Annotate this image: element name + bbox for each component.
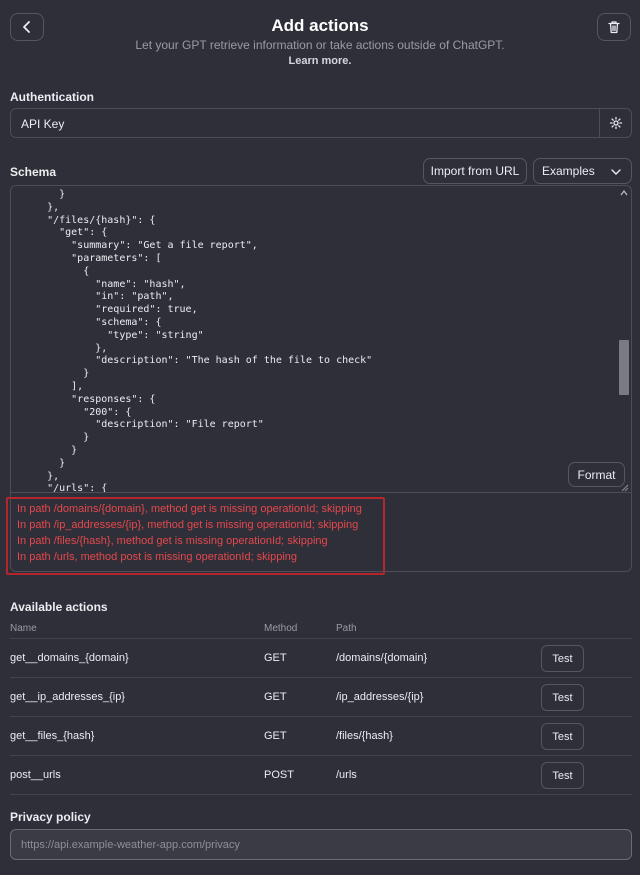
row-divider bbox=[10, 716, 632, 717]
schema-label: Schema bbox=[10, 165, 57, 179]
error-message: In path /domains/{domain}, method get is… bbox=[17, 503, 362, 515]
gear-icon bbox=[609, 116, 623, 130]
action-method: POST bbox=[264, 769, 294, 781]
examples-select[interactable]: Examples bbox=[533, 158, 632, 184]
action-method: GET bbox=[264, 730, 287, 742]
error-message: In path /files/{hash}, method get is mis… bbox=[17, 535, 328, 547]
action-path: /domains/{domain} bbox=[336, 652, 428, 664]
auth-settings-button[interactable] bbox=[609, 116, 623, 133]
error-message: In path /urls, method post is missing op… bbox=[17, 551, 298, 563]
available-actions-label: Available actions bbox=[10, 600, 108, 614]
schema-editor[interactable]: } }, "/files/{hash}": { "get": { "summar… bbox=[10, 185, 632, 493]
field-divider bbox=[599, 109, 600, 137]
action-path: /urls bbox=[336, 769, 357, 781]
row-divider bbox=[10, 755, 632, 756]
scroll-up-icon[interactable] bbox=[620, 190, 628, 196]
authentication-value: API Key bbox=[21, 117, 65, 131]
column-header-method: Method bbox=[264, 623, 298, 634]
test-button[interactable]: Test bbox=[541, 723, 584, 750]
action-name: get__files_{hash} bbox=[10, 730, 95, 742]
column-header-name: Name bbox=[10, 623, 37, 634]
scroll-thumb[interactable] bbox=[619, 340, 629, 395]
page-title: Add actions bbox=[271, 16, 369, 35]
import-from-url-button[interactable]: Import from URL bbox=[423, 158, 527, 184]
row-divider bbox=[10, 638, 632, 639]
test-button[interactable]: Test bbox=[541, 684, 584, 711]
resize-handle-icon[interactable] bbox=[619, 482, 629, 492]
format-button[interactable]: Format bbox=[568, 462, 625, 487]
trash-icon bbox=[608, 21, 620, 34]
schema-code[interactable]: } }, "/files/{hash}": { "get": { "summar… bbox=[23, 189, 372, 492]
action-name: post__urls bbox=[10, 769, 61, 781]
privacy-policy-label: Privacy policy bbox=[10, 810, 91, 824]
action-path: /files/{hash} bbox=[336, 730, 393, 742]
action-method: GET bbox=[264, 691, 287, 703]
delete-button[interactable] bbox=[597, 13, 631, 41]
editor-scrollbar[interactable] bbox=[617, 186, 631, 492]
row-divider bbox=[10, 677, 632, 678]
row-divider bbox=[10, 794, 632, 795]
learn-more-link[interactable]: Learn more. bbox=[0, 55, 640, 67]
column-header-path: Path bbox=[336, 623, 357, 634]
test-button[interactable]: Test bbox=[541, 645, 584, 672]
action-method: GET bbox=[264, 652, 287, 664]
chevron-down-icon bbox=[611, 169, 621, 175]
action-path: /ip_addresses/{ip} bbox=[336, 691, 424, 703]
page-subtitle: Let your GPT retrieve information or tak… bbox=[135, 38, 505, 52]
action-name: get__ip_addresses_{ip} bbox=[10, 691, 125, 703]
authentication-field[interactable]: API Key bbox=[10, 108, 632, 138]
authentication-label: Authentication bbox=[10, 90, 94, 104]
action-name: get__domains_{domain} bbox=[10, 652, 129, 664]
privacy-policy-input[interactable] bbox=[10, 829, 632, 860]
error-message: In path /ip_addresses/{ip}, method get i… bbox=[17, 519, 359, 531]
examples-select-label: Examples bbox=[542, 164, 595, 178]
test-button[interactable]: Test bbox=[541, 762, 584, 789]
